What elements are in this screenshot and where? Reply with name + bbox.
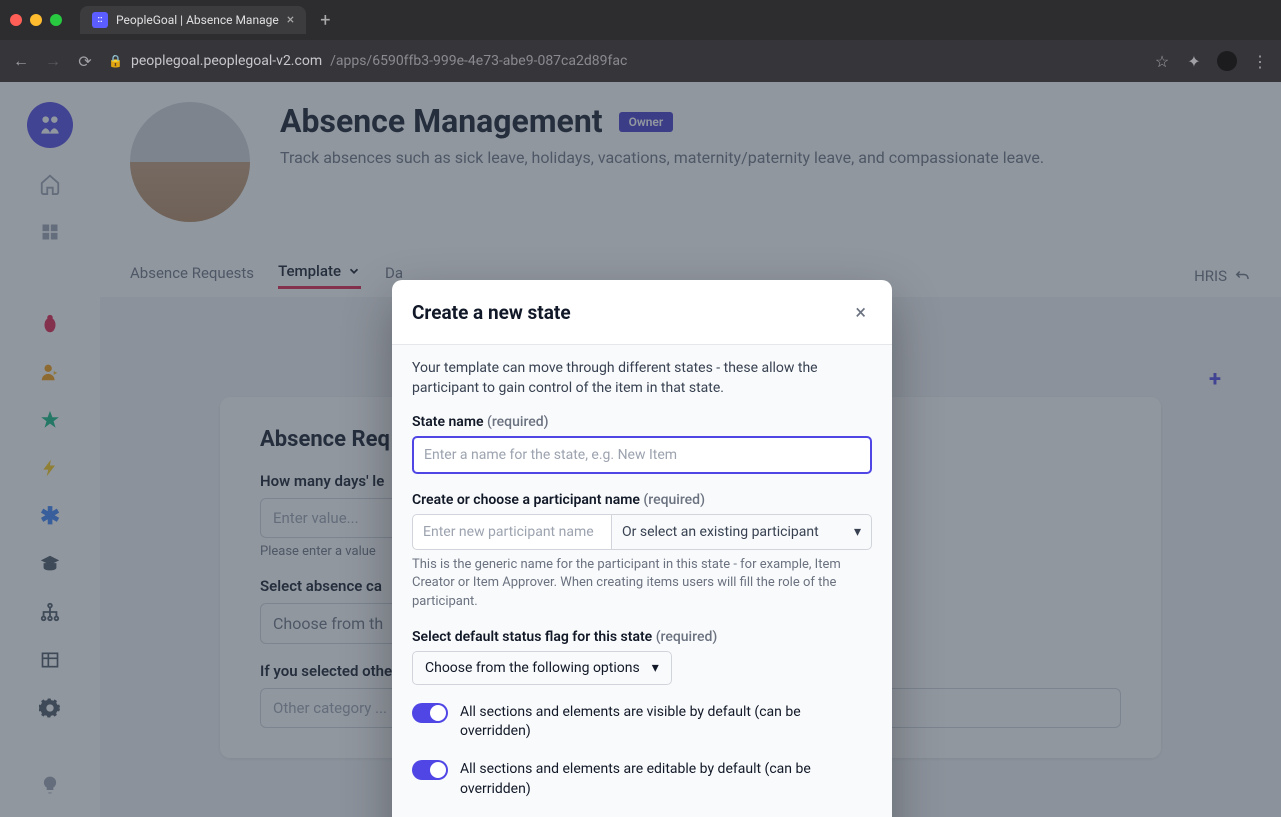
lock-icon: 🔒 [108, 54, 123, 68]
toggle-visible[interactable] [412, 703, 448, 723]
status-flag-label: Select default status flag for this stat… [412, 629, 872, 645]
tab-close-icon[interactable]: × [287, 12, 294, 28]
modal-create-state: Create a new state × Your template can m… [392, 280, 892, 817]
toggle-editable[interactable] [412, 760, 448, 780]
star-icon[interactable]: ☆ [1153, 52, 1171, 71]
participant-select[interactable]: Or select an existing participant ▾ [612, 514, 872, 550]
tab-title: PeopleGoal | Absence Manage [116, 13, 279, 27]
modal-description: Your template can move through different… [412, 359, 872, 398]
state-name-label: State name (required) [412, 414, 872, 430]
browser-tab[interactable]: :: PeopleGoal | Absence Manage × [80, 6, 306, 34]
window-controls[interactable] [10, 14, 62, 26]
modal-title: Create a new state [412, 301, 571, 324]
new-tab-button[interactable]: + [314, 10, 336, 31]
state-name-input[interactable] [412, 436, 872, 474]
toggle-visible-label: All sections and elements are visible by… [460, 703, 872, 742]
reload-icon[interactable]: ⟳ [76, 52, 94, 71]
chevron-down-icon: ▾ [854, 524, 861, 540]
participant-select-label: Or select an existing participant [622, 524, 819, 540]
back-icon[interactable]: ← [12, 51, 30, 71]
close-icon[interactable]: × [849, 298, 872, 326]
url-path: /apps/6590ffb3-999e-4e73-abe9-087ca2d89f… [330, 53, 627, 69]
status-flag-select[interactable]: Choose from the following options ▾ [412, 651, 672, 685]
profile-icon[interactable] [1217, 51, 1237, 71]
menu-icon[interactable]: ⋮ [1251, 52, 1269, 71]
participant-input[interactable] [412, 514, 612, 550]
address-bar[interactable]: 🔒 peoplegoal.peoplegoal-v2.com/apps/6590… [108, 53, 1139, 69]
extensions-icon[interactable]: ✦ [1185, 52, 1203, 71]
favicon-icon: :: [92, 12, 108, 28]
toggle-editable-label: All sections and elements are editable b… [460, 760, 872, 799]
participant-description: This is the generic name for the partici… [412, 556, 872, 611]
forward-icon[interactable]: → [44, 51, 62, 71]
url-host: peoplegoal.peoplegoal-v2.com [131, 53, 322, 69]
participant-label: Create or choose a participant name (req… [412, 492, 872, 508]
status-flag-select-label: Choose from the following options [425, 660, 640, 676]
chevron-down-icon: ▾ [652, 660, 659, 676]
